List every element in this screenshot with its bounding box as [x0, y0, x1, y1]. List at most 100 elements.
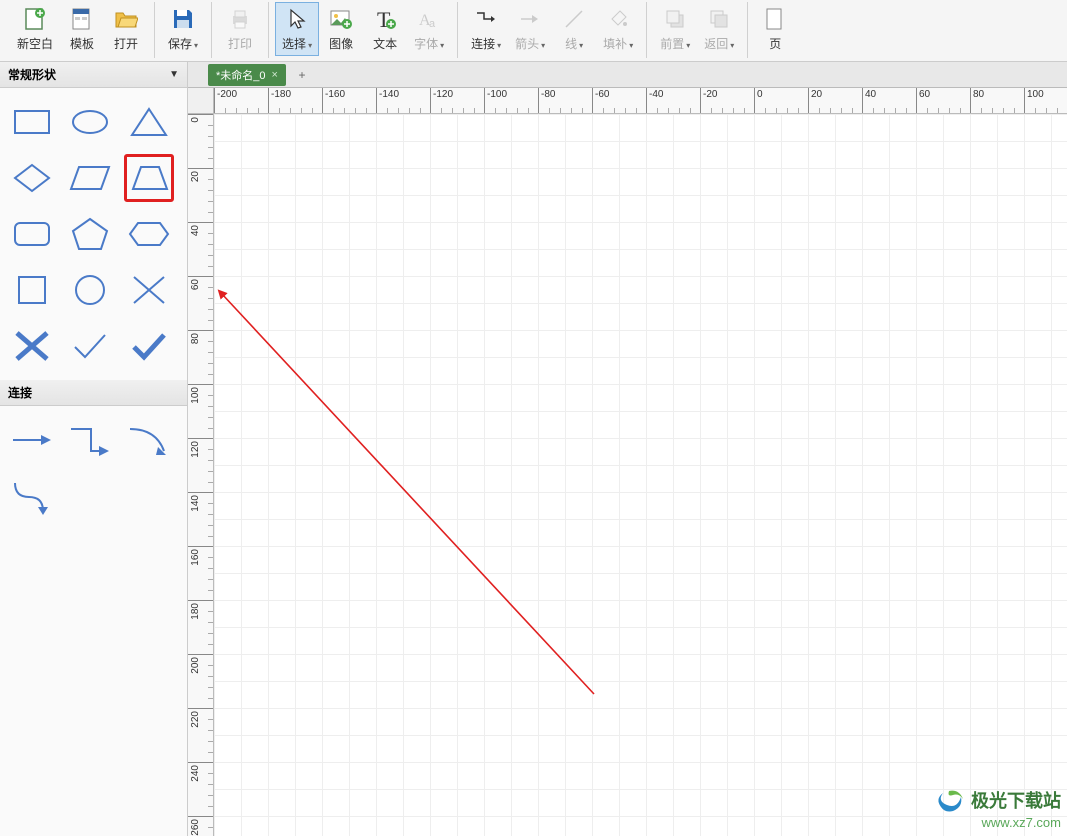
document-tabbar: *未命名_0 × + [188, 62, 1067, 88]
connect-button[interactable]: 连接▾ [464, 2, 508, 56]
shape-check-thin[interactable] [65, 322, 115, 370]
template-button[interactable]: 模板 [60, 2, 104, 56]
collapse-icon: ▼ [169, 69, 179, 80]
font-button[interactable]: Aa 字体▾ [407, 2, 451, 56]
line-label: 线 [565, 37, 577, 51]
new-blank-icon [21, 5, 49, 33]
connect-panel-header[interactable]: 连接 [0, 380, 187, 406]
fill-button[interactable]: 填补▾ [596, 2, 640, 56]
tab-add-button[interactable]: + [292, 65, 312, 85]
image-button[interactable]: 图像 [319, 2, 363, 56]
svg-text:a: a [429, 18, 436, 30]
bring-front-icon [661, 5, 689, 33]
chevron-down-icon: ▾ [440, 41, 444, 50]
connectors-grid [0, 406, 187, 530]
send-back-icon [705, 5, 733, 33]
text-label: 文本 [373, 35, 397, 52]
arrowhead-icon [516, 5, 544, 33]
shape-check-thick[interactable] [124, 322, 174, 370]
cursor-icon [283, 5, 311, 33]
new-blank-label: 新空白 [17, 35, 53, 52]
image-label: 图像 [329, 35, 353, 52]
connect-header-label: 连接 [8, 384, 32, 401]
chevron-down-icon: ▾ [541, 41, 545, 50]
canvas-area: *未命名_0 × + -200-180-160-140-120-100-80-6… [188, 62, 1067, 836]
watermark: 极光下载站 www.xz7.com [933, 785, 1061, 830]
shape-parallelogram[interactable] [65, 154, 115, 202]
line-button[interactable]: 线▾ [552, 2, 596, 56]
chevron-down-icon: ▾ [730, 41, 734, 50]
connector-arrow-straight[interactable] [7, 416, 57, 464]
print-button[interactable]: 打印 [218, 2, 262, 56]
text-icon: T [371, 5, 399, 33]
new-blank-button[interactable]: 新空白 [10, 2, 60, 56]
shape-sidebar: 常规形状 ▼ 连接 [0, 62, 188, 836]
fill-label: 填补 [603, 37, 627, 51]
back-label: 返回 [704, 37, 728, 51]
front-label: 前置 [660, 37, 684, 51]
main-toolbar: 新空白 模板 打开 保存▾ 打印 [0, 0, 1067, 62]
chevron-down-icon: ▾ [686, 41, 690, 50]
shape-x-thick[interactable] [7, 322, 57, 370]
shape-rectangle[interactable] [7, 98, 57, 146]
print-icon [226, 5, 254, 33]
page-label: 页 [769, 35, 781, 52]
back-button[interactable]: 返回▾ [697, 2, 741, 56]
watermark-logo-icon [933, 785, 967, 815]
fill-bucket-icon [604, 5, 632, 33]
ruler-vertical: 020406080100120140160180200220240260 [188, 114, 214, 836]
template-label: 模板 [70, 35, 94, 52]
shape-trapezoid[interactable] [124, 154, 174, 202]
shape-triangle[interactable] [124, 98, 174, 146]
tab-title: *未命名_0 [216, 67, 266, 83]
open-label: 打开 [114, 35, 138, 52]
font-icon: Aa [415, 5, 443, 33]
open-folder-icon [112, 5, 140, 33]
page-button[interactable]: 页 [754, 2, 796, 56]
ruler-corner [188, 88, 214, 114]
front-button[interactable]: 前置▾ [653, 2, 697, 56]
tab-close-icon[interactable]: × [272, 69, 278, 81]
connect-icon [472, 5, 500, 33]
connector-arrow-elbow[interactable] [65, 416, 115, 464]
font-label: 字体 [414, 37, 438, 51]
text-button[interactable]: T 文本 [363, 2, 407, 56]
shapes-grid [0, 88, 187, 380]
shape-square[interactable] [7, 266, 57, 314]
chevron-down-icon: ▾ [579, 41, 583, 50]
arrow-label: 箭头 [515, 37, 539, 51]
shape-hexagon[interactable] [124, 210, 174, 258]
connector-arrow-curve[interactable] [124, 416, 174, 464]
shape-diamond[interactable] [7, 154, 57, 202]
shape-circle[interactable] [65, 266, 115, 314]
shapes-header-label: 常规形状 [8, 66, 56, 83]
ruler-horizontal: -200-180-160-140-120-100-80-60-40-200204… [214, 88, 1067, 114]
watermark-title: 极光下载站 [971, 787, 1061, 813]
chevron-down-icon: ▾ [194, 41, 198, 50]
save-button[interactable]: 保存▾ [161, 2, 205, 56]
shape-ellipse[interactable] [65, 98, 115, 146]
line-icon [560, 5, 588, 33]
watermark-url: www.xz7.com [933, 815, 1061, 830]
save-icon [169, 5, 197, 33]
page-icon [761, 5, 789, 33]
connector-arrow-s-curve[interactable] [7, 472, 57, 520]
arrow-button[interactable]: 箭头▾ [508, 2, 552, 56]
shape-rounded-rect[interactable] [7, 210, 57, 258]
select-label: 选择 [282, 37, 306, 51]
chevron-down-icon: ▾ [629, 41, 633, 50]
select-button[interactable]: 选择▾ [275, 2, 319, 56]
shapes-panel-header[interactable]: 常规形状 ▼ [0, 62, 187, 88]
open-button[interactable]: 打开 [104, 2, 148, 56]
shape-pentagon[interactable] [65, 210, 115, 258]
print-label: 打印 [228, 35, 252, 52]
template-icon [68, 5, 96, 33]
connect-label: 连接 [471, 37, 495, 51]
image-icon [327, 5, 355, 33]
chevron-down-icon: ▾ [497, 41, 501, 50]
shape-x-thin[interactable] [124, 266, 174, 314]
document-tab[interactable]: *未命名_0 × [208, 64, 286, 86]
save-label: 保存 [168, 37, 192, 51]
canvas-grid[interactable] [214, 114, 1067, 836]
chevron-down-icon: ▾ [308, 41, 312, 50]
